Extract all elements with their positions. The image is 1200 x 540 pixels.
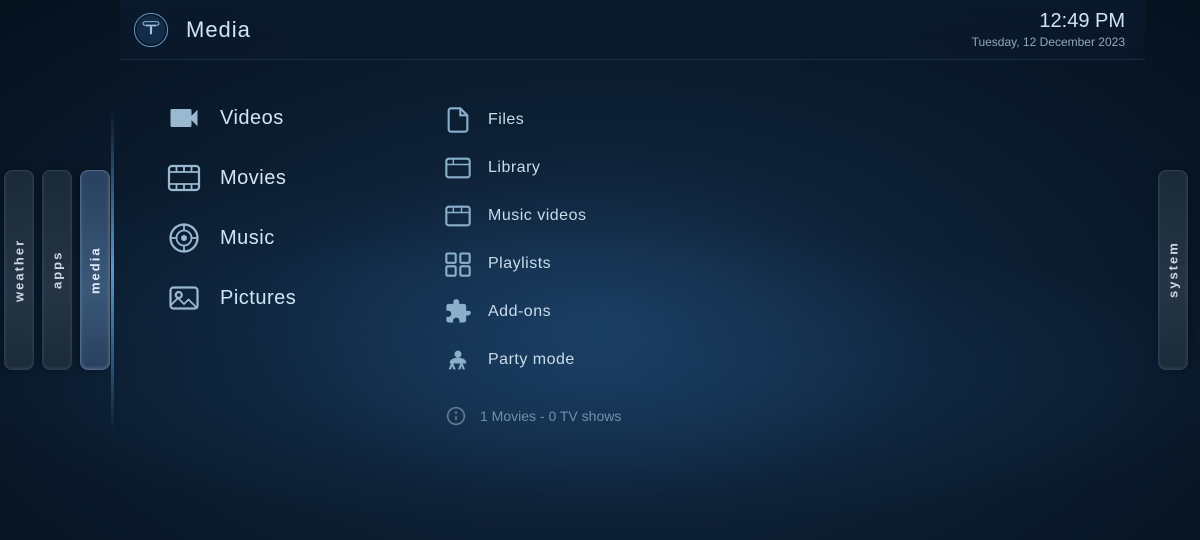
music-videos-icon bbox=[444, 202, 472, 230]
system-tab-label: system bbox=[1165, 242, 1180, 299]
submenu-item-library[interactable]: Library bbox=[430, 146, 650, 190]
submenu-item-party-mode[interactable]: Party mode bbox=[430, 338, 650, 382]
pictures-label: Pictures bbox=[220, 287, 296, 310]
submenu-item-files[interactable]: Files bbox=[430, 98, 650, 142]
videos-label: Videos bbox=[220, 107, 284, 130]
media-info: 1 Movies - 0 TV shows bbox=[480, 408, 621, 424]
submenu-item-playlists[interactable]: Playlists bbox=[430, 242, 650, 286]
sidebar-item-weather[interactable]: weather bbox=[0, 0, 38, 540]
videos-icon bbox=[166, 100, 202, 136]
submenu-item-add-ons[interactable]: Add-ons bbox=[430, 290, 650, 334]
left-sidebar: weather apps media bbox=[0, 0, 120, 540]
header: Media 12:49 PM Tuesday, 12 December 2023 bbox=[120, 0, 1145, 60]
sub-menu: Files Library Music video bbox=[430, 90, 650, 440]
add-ons-icon bbox=[444, 298, 472, 326]
media-tab-label: media bbox=[88, 246, 103, 294]
music-label: Music bbox=[220, 227, 275, 250]
page-title: Media bbox=[186, 17, 251, 43]
current-time: 12:49 PM bbox=[972, 10, 1125, 33]
library-icon bbox=[444, 154, 472, 182]
files-label: Files bbox=[488, 111, 524, 129]
header-left: Media bbox=[130, 9, 251, 51]
pictures-icon bbox=[166, 280, 202, 316]
party-mode-label: Party mode bbox=[488, 351, 575, 369]
library-label: Library bbox=[488, 159, 540, 177]
movies-label: Movies bbox=[220, 167, 286, 190]
playlists-icon bbox=[444, 250, 472, 278]
menu-item-videos[interactable]: Videos bbox=[150, 90, 370, 146]
header-right: 12:49 PM Tuesday, 12 December 2023 bbox=[972, 10, 1125, 49]
files-icon bbox=[444, 106, 472, 134]
movies-icon bbox=[166, 160, 202, 196]
playlists-label: Playlists bbox=[488, 255, 551, 273]
weather-tab-label: weather bbox=[12, 238, 27, 301]
sidebar-item-apps[interactable]: apps bbox=[38, 0, 76, 540]
main-menu: Videos Movies bbox=[150, 90, 370, 326]
info-icon bbox=[444, 404, 468, 428]
submenu-item-music-videos[interactable]: Music videos bbox=[430, 194, 650, 238]
sidebar-item-system[interactable]: system bbox=[1154, 0, 1192, 540]
music-icon bbox=[166, 220, 202, 256]
tesla-logo bbox=[130, 9, 172, 51]
music-videos-label: Music videos bbox=[488, 207, 586, 225]
add-ons-label: Add-ons bbox=[488, 303, 551, 321]
apps-tab-label: apps bbox=[50, 251, 65, 289]
menu-item-music[interactable]: Music bbox=[150, 210, 370, 266]
menu-item-movies[interactable]: Movies bbox=[150, 150, 370, 206]
info-row: 1 Movies - 0 TV shows bbox=[430, 392, 650, 440]
party-mode-icon bbox=[444, 346, 472, 374]
right-sidebar: system bbox=[1145, 0, 1200, 540]
current-date: Tuesday, 12 December 2023 bbox=[972, 35, 1125, 49]
sidebar-item-media[interactable]: media bbox=[76, 0, 114, 540]
menu-item-pictures[interactable]: Pictures bbox=[150, 270, 370, 326]
main-content: Videos Movies bbox=[130, 60, 1140, 540]
